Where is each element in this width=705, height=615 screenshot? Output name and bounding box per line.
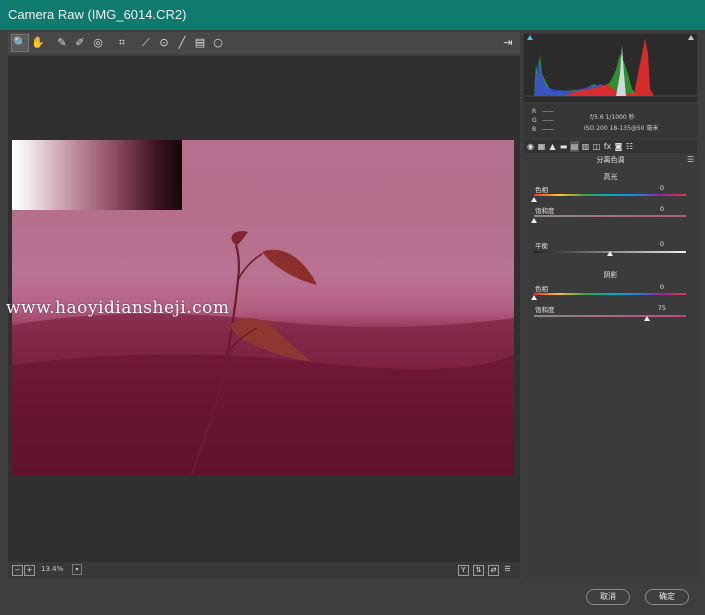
color-sampler-tool-icon[interactable]: ✐ (72, 35, 88, 51)
before-after-y-button[interactable]: Y (458, 565, 469, 576)
r-value: —— (542, 108, 554, 115)
hl-hue-label: 色相 (535, 186, 548, 194)
straighten-tool-icon[interactable]: ⟋ (138, 35, 154, 51)
gradient-swatch-strip (12, 140, 182, 210)
title-bar: Camera Raw (IMG_6014.CR2) (0, 0, 705, 30)
b-label: B (532, 126, 537, 133)
b-value: —— (542, 126, 554, 133)
tab-tone-curve-icon[interactable]: ▦ (537, 141, 546, 152)
zoom-tool-icon[interactable]: 🔍 (11, 34, 29, 52)
zoom-dropdown[interactable]: ▾ (72, 564, 82, 575)
hl-sat-value[interactable]: 0 (644, 205, 664, 213)
hand-tool-icon[interactable]: ✋ (30, 35, 46, 51)
watermark-text: www.haoyidiansheji.com (6, 298, 230, 318)
r-label: R (532, 108, 537, 115)
tab-detail-icon[interactable]: ▲ (548, 141, 557, 152)
histogram (524, 34, 697, 102)
panel-title: 分离色调 (596, 156, 625, 164)
toolbar: 🔍 ✋ ✎ ✐ ◎ ⌗ ⟋ ⊙ ╱ ▤ ○ ⇥ (8, 32, 520, 54)
shadows-heading: 阴影 (603, 271, 618, 279)
brush-tool-icon[interactable]: ╱ (174, 35, 190, 51)
white-balance-tool-icon[interactable]: ✎ (54, 35, 70, 51)
panel-menu-icon[interactable]: ☰ (687, 155, 694, 164)
sh-hue-thumb[interactable] (531, 295, 537, 300)
balance-value[interactable]: 0 (644, 240, 664, 248)
zoom-out-button[interactable]: − (12, 565, 23, 576)
sh-hue-value[interactable]: 0 (644, 283, 664, 291)
aperture-shutter: f/5.6 1/1000 秒 (590, 114, 635, 121)
balance-thumb[interactable] (607, 251, 613, 256)
tab-split-toning-icon[interactable]: ▤ (570, 141, 579, 152)
hl-sat-label: 饱和度 (535, 207, 555, 215)
tab-lens-icon[interactable]: ▥ (581, 141, 590, 152)
hl-hue-slider[interactable] (534, 194, 686, 196)
tab-presets-icon[interactable]: ☷ (625, 141, 634, 152)
image-metadata: R G B —— —— —— f/5.6 1/1000 秒 ISO 200 18… (524, 104, 697, 138)
sh-hue-slider[interactable] (534, 293, 686, 295)
cancel-button[interactable]: 取消 (586, 589, 630, 605)
histogram-graph (524, 35, 697, 97)
g-label: G (532, 117, 537, 124)
swap-settings-button[interactable]: ⇅ (473, 565, 484, 576)
tab-camera-calibration-icon[interactable]: ◙ (614, 141, 623, 152)
ok-button[interactable]: 确定 (645, 589, 689, 605)
sh-hue-label: 色相 (535, 285, 548, 293)
crop-tool-icon[interactable]: ⌗ (114, 35, 130, 51)
preview-preferences-button[interactable]: ☰ (503, 565, 512, 574)
zoom-level: 13.4% (41, 565, 64, 573)
window-title: Camera Raw (IMG_6014.CR2) (8, 7, 187, 22)
hl-sat-thumb[interactable] (531, 218, 537, 223)
sh-sat-slider[interactable] (534, 315, 686, 317)
radial-filter-tool-icon[interactable]: ○ (210, 35, 226, 51)
iso-lens: ISO 200 18-135@50 毫米 (584, 125, 659, 132)
highlights-heading: 高光 (603, 173, 618, 181)
g-value: —— (542, 117, 554, 124)
hl-hue-thumb[interactable] (531, 197, 537, 202)
balance-label: 平衡 (535, 242, 548, 250)
tab-transform-icon[interactable]: ◫ (592, 141, 601, 152)
tab-hsl-icon[interactable]: ▬ (559, 141, 568, 152)
hl-hue-value[interactable]: 0 (644, 184, 664, 192)
targeted-adjustment-tool-icon[interactable]: ◎ (90, 35, 106, 51)
sh-sat-label: 饱和度 (535, 306, 555, 314)
copy-settings-button[interactable]: ⇄ (488, 565, 499, 576)
panel-tabs: ◉ ▦ ▲ ▬ ▤ ▥ ◫ fx ◙ ☷ (524, 140, 697, 153)
graduated-filter-tool-icon[interactable]: ▤ (192, 35, 208, 51)
red-eye-tool-icon[interactable]: ⊙ (156, 35, 172, 51)
sh-sat-value[interactable]: 75 (646, 304, 666, 312)
tab-effects-icon[interactable]: fx (603, 141, 612, 152)
hl-sat-slider[interactable] (534, 215, 686, 217)
zoom-in-button[interactable]: + (24, 565, 35, 576)
sh-sat-thumb[interactable] (644, 316, 650, 321)
tab-basic-icon[interactable]: ◉ (526, 141, 535, 152)
status-bar: − + 13.4% ▾ Y ⇅ ⇄ ☰ (8, 562, 520, 578)
open-object-icon[interactable]: ⇥ (500, 35, 516, 51)
